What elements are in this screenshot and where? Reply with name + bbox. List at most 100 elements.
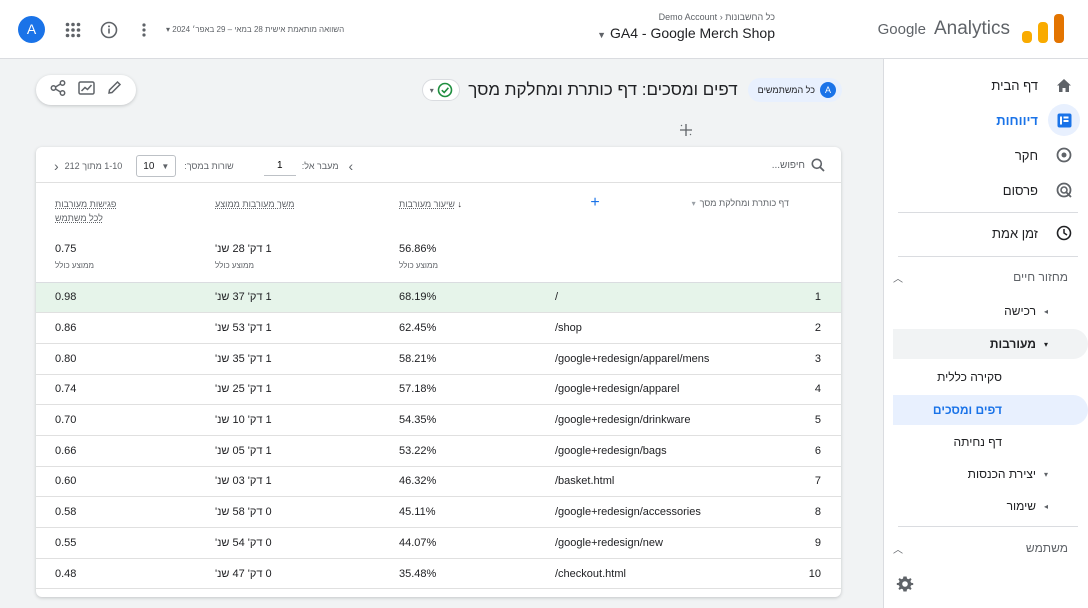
row-number: 9: [789, 527, 841, 559]
row-padding: [36, 496, 55, 528]
divider: [898, 256, 1078, 257]
nav-landing-page[interactable]: דף נחיתה: [893, 427, 1088, 457]
section-user[interactable]: משתמש ︿: [893, 533, 1088, 563]
report-status-button[interactable]: ▾: [422, 79, 461, 101]
nav-explore[interactable]: חקר: [883, 139, 1088, 171]
data-table-card: חיפוש... › מעבר אל: שורות במסך: 10 ▼ 1-1…: [36, 147, 841, 597]
table-row[interactable]: 9/google+redesign/new 44.07% 0 דק' 54 שנ' 0…: [36, 527, 841, 559]
avg-engagement-time-header[interactable]: משך מעורבות ממוצע: [215, 184, 399, 241]
table-row[interactable]: 7/basket.html 46.32% 1 דק' 03 שנ' 0.60: [36, 466, 841, 498]
chevron-right-icon[interactable]: ›: [349, 158, 354, 174]
avg-engagement-time-cell: 1 דק' 35 שנ': [215, 343, 399, 375]
audience-chip[interactable]: A כל המשתמשים: [747, 78, 842, 102]
engagement-rate-cell: 45.11%: [399, 496, 543, 528]
engaged-sessions-cell: 0.60: [55, 466, 215, 498]
engagement-rate-header[interactable]: ↓ שיעור מעורבות: [399, 184, 543, 241]
nav-acquisition-label: רכישה: [1004, 304, 1036, 318]
report-actions: [36, 75, 136, 105]
row-padding: [36, 466, 55, 498]
table-row[interactable]: 4/google+redesign/apparel 57.18% 1 דק' 25 …: [36, 374, 841, 406]
row-padding: [36, 558, 55, 590]
table-row[interactable]: 10/checkout.html 35.48% 0 דק' 47 שנ' 0.48: [36, 558, 841, 590]
page-path-cell[interactable]: /google+redesign/apparel: [543, 374, 789, 406]
nav-realtime[interactable]: זמן אמת: [883, 217, 1088, 249]
dimension-header[interactable]: דף כותרת ומחלקת מסך ▾ +: [543, 184, 789, 241]
more-vert-icon[interactable]: [130, 16, 158, 44]
breadcrumb-account[interactable]: Demo Account: [659, 12, 718, 22]
date-range-text[interactable]: השוואה מותאמת אישית 28 במאי – 29 באפר׳ 2…: [166, 25, 344, 34]
help-icon[interactable]: [95, 16, 123, 44]
nav-engagement[interactable]: ▾ מעורבות: [893, 329, 1088, 359]
section-lifecycle[interactable]: מחזור חיים ︿: [893, 262, 1088, 292]
account-selector[interactable]: כל החשבונות ‹ Demo Account ▼ GA4 - Google…: [560, 12, 775, 41]
check-circle-icon: [437, 82, 453, 98]
page-path-cell[interactable]: /basket.html: [543, 466, 789, 498]
row-padding: [36, 374, 55, 406]
nav-home-label: דף הבית: [991, 77, 1038, 93]
page-path-cell[interactable]: /google+redesign/drinkware: [543, 404, 789, 436]
engaged-sessions-cell: 0.80: [55, 343, 215, 375]
page-path-cell[interactable]: /google+redesign/bags: [543, 435, 789, 467]
nav-explore-label: חקר: [1014, 147, 1038, 163]
breadcrumb-all-accounts[interactable]: כל החשבונות: [725, 12, 775, 22]
sort-arrow-down-icon: ↓: [457, 199, 462, 209]
page-path-cell[interactable]: /checkout.html: [543, 558, 789, 590]
edit-pencil-icon[interactable]: [107, 80, 122, 100]
nav-monetization[interactable]: ▾ יצירת הכנסות: [893, 459, 1088, 489]
share-icon[interactable]: [50, 79, 66, 101]
table-row[interactable]: 6/google+redesign/bags 53.22% 1 דק' 05 שנ'…: [36, 435, 841, 467]
settings-gear-icon[interactable]: [892, 571, 918, 597]
rows-per-page-value: 10: [143, 160, 155, 172]
avg-engagement-time-header-label: משך מעורבות ממוצע: [215, 199, 295, 209]
date-range-label: השוואה מותאמת אישית 28 במאי – 29 באפר׳ 2…: [172, 25, 345, 34]
row-number: 1: [789, 282, 841, 314]
table-search[interactable]: חיפוש...: [772, 158, 825, 172]
goto-page-input[interactable]: [263, 156, 296, 176]
table-row[interactable]: 5/google+redesign/drinkware 54.35% 1 דק' 1…: [36, 404, 841, 436]
dropdown-caret-icon: ▾: [166, 25, 171, 34]
avg-engagement-time-cell: 1 דק' 53 שנ': [215, 312, 399, 344]
dropdown-caret-icon: ▼: [597, 30, 607, 40]
add-comparison-icon[interactable]: [677, 121, 695, 139]
table-row[interactable]: 2/shop 62.45% 1 דק' 53 שנ' 0.86: [36, 312, 841, 344]
chevron-right-icon: ◂: [1043, 501, 1048, 511]
table-row[interactable]: 3/google+redesign/apparel/mens 58.21% 1 דק…: [36, 343, 841, 375]
nav-retention[interactable]: ◂ שימור: [893, 491, 1088, 521]
search-placeholder: חיפוש...: [771, 159, 805, 171]
brand-analytics: Analytics: [933, 18, 1010, 39]
goto-label: מעבר אל:: [301, 161, 339, 171]
page-path-cell[interactable]: /google+redesign/new: [543, 527, 789, 559]
page-range-text: 1-10 מתוך 212: [64, 161, 123, 171]
add-dimension-icon[interactable]: +: [590, 195, 599, 211]
page-path-cell[interactable]: /google+redesign/accessories: [543, 496, 789, 528]
nav-acquisition[interactable]: ◂ רכישה: [893, 296, 1088, 326]
insights-icon[interactable]: [78, 80, 95, 100]
table-toolbar: חיפוש... › מעבר אל: שורות במסך: 10 ▼ 1-1…: [36, 147, 841, 183]
engagement-rate-cell: 58.21%: [399, 343, 543, 375]
page-path-cell[interactable]: /google+redesign/apparel/mens: [543, 343, 789, 375]
chevron-left-icon[interactable]: ‹: [54, 158, 59, 174]
engaged-sessions-header[interactable]: פגישות מעורבות לכל משתמש: [55, 184, 215, 241]
account-avatar[interactable]: A: [18, 16, 45, 43]
table-row[interactable]: 8/google+redesign/accessories 45.11% 0 דק'…: [36, 496, 841, 528]
avg-engagement-time-cell: 1 דק' 25 שנ': [215, 374, 399, 406]
nav-advertising[interactable]: פרסום: [883, 174, 1088, 206]
property-name[interactable]: ▼ GA4 - Google Merch Shop: [560, 25, 775, 41]
property-label: GA4 - Google Merch Shop: [610, 25, 775, 41]
engaged-sessions-cell: 0.86: [55, 312, 215, 344]
nav-pages-screens[interactable]: דפים ומסכים: [893, 395, 1088, 425]
engaged-sessions-cell: 0.98: [55, 282, 215, 314]
chevron-right-icon: ◂: [1043, 306, 1048, 316]
rows-per-page-select[interactable]: 10 ▼: [136, 155, 177, 177]
chevron-down-icon: ▾: [1043, 469, 1048, 479]
nav-home[interactable]: דף הבית: [883, 69, 1088, 101]
page-path-cell[interactable]: /shop: [543, 312, 789, 344]
nav-reports[interactable]: דיווחות: [883, 104, 1088, 136]
audience-label: כל המשתמשים: [757, 85, 815, 95]
nav-engagement-overview[interactable]: סקירה כללית: [893, 362, 1088, 392]
page-path-cell[interactable]: /: [543, 282, 789, 314]
table-row[interactable]: 1/68.19% 1 דק' 37 שנ' 0.98: [36, 282, 841, 314]
avg-engagement-time-cell: 0 דק' 47 שנ': [215, 558, 399, 590]
explore-icon: [1048, 139, 1080, 171]
apps-grid-icon[interactable]: [59, 16, 87, 44]
